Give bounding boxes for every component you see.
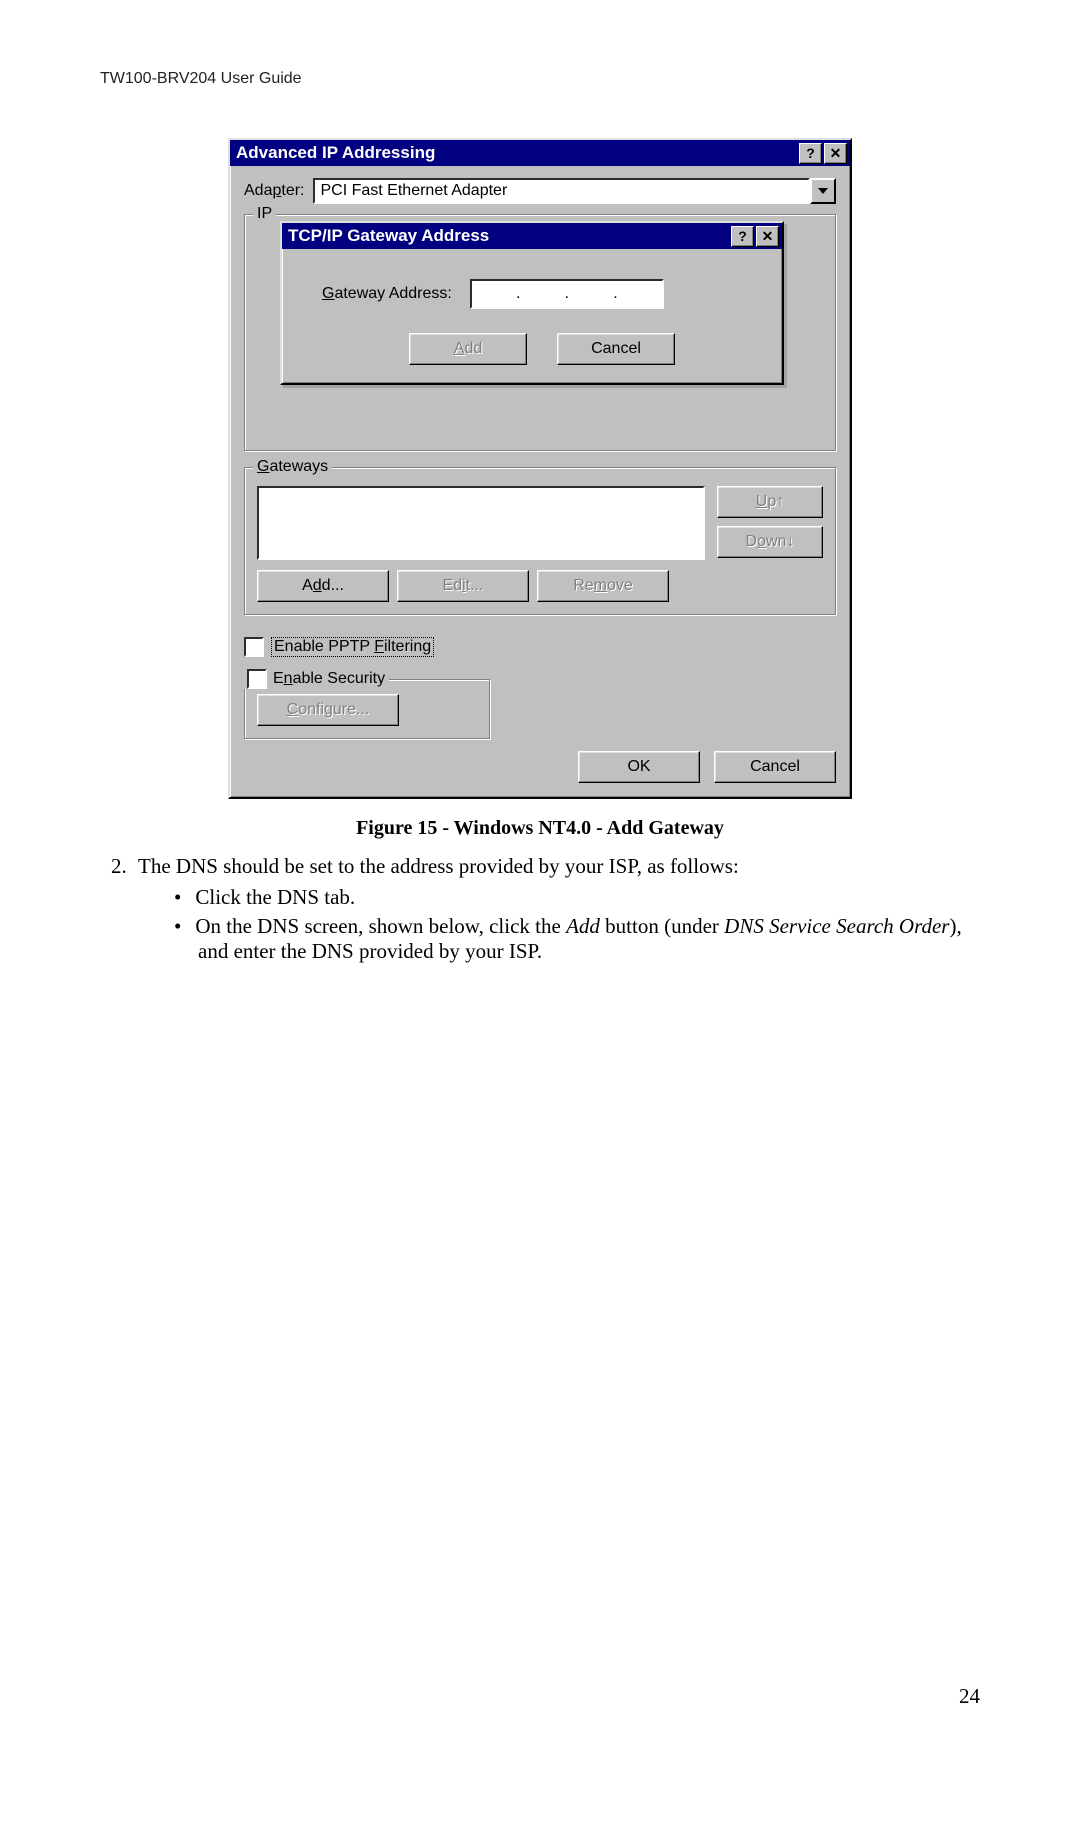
ok-button[interactable]: OK xyxy=(578,751,700,783)
ip-legend: IP xyxy=(253,205,276,223)
bullet-2: On the DNS screen, shown below, click th… xyxy=(174,914,980,964)
advanced-ip-dialog: Advanced IP Addressing ? ✕ Adapter: PCI … xyxy=(228,138,852,799)
pptp-label: Enable PPTP Filtering xyxy=(272,638,433,656)
security-checkbox[interactable] xyxy=(247,669,267,689)
help-button[interactable]: ? xyxy=(799,143,822,164)
inner-add-button[interactable]: Add xyxy=(409,333,527,365)
down-button[interactable]: Down↓ xyxy=(717,526,823,558)
pptp-checkbox[interactable] xyxy=(244,637,264,657)
security-label: Enable Security xyxy=(273,670,385,688)
page-number: 24 xyxy=(100,1684,980,1709)
gateways-groupbox: Gateways Add... Edit... Remove Up↑ xyxy=(244,467,836,615)
figure-caption: Figure 15 - Windows NT4.0 - Add Gateway xyxy=(100,817,980,840)
close-button[interactable]: ✕ xyxy=(824,143,847,164)
bullet-1: Click the DNS tab. xyxy=(174,885,980,910)
cancel-button[interactable]: Cancel xyxy=(714,751,836,783)
up-button[interactable]: Up↑ xyxy=(717,486,823,518)
gateway-ip-input[interactable]: . . . xyxy=(470,279,664,309)
gateways-edit-button[interactable]: Edit... xyxy=(397,570,529,602)
adapter-value: PCI Fast Ethernet Adapter xyxy=(313,178,811,204)
gateways-add-button[interactable]: Add... xyxy=(257,570,389,602)
outer-title: Advanced IP Addressing xyxy=(236,143,435,163)
inner-titlebar: TCP/IP Gateway Address ? ✕ xyxy=(282,223,782,249)
gateway-address-dialog: TCP/IP Gateway Address ? ✕ Gateway Addre… xyxy=(280,221,784,385)
inner-title: TCP/IP Gateway Address xyxy=(288,226,489,246)
configure-button[interactable]: Configure... xyxy=(257,694,399,726)
body-text: The DNS should be set to the address pro… xyxy=(100,854,980,964)
outer-titlebar: Advanced IP Addressing ? ✕ xyxy=(230,140,850,166)
doc-header: TW100-BRV204 User Guide xyxy=(100,70,980,88)
adapter-dropdown[interactable]: PCI Fast Ethernet Adapter xyxy=(313,178,837,204)
dropdown-arrow-icon[interactable] xyxy=(810,178,836,204)
adapter-label: Adapter: xyxy=(244,182,305,200)
step-text: The DNS should be set to the address pro… xyxy=(138,854,739,878)
gateway-address-label: Gateway Address: xyxy=(322,285,452,303)
inner-close-button[interactable]: ✕ xyxy=(756,226,779,247)
gateways-remove-button[interactable]: Remove xyxy=(537,570,669,602)
gateways-listbox[interactable] xyxy=(257,486,705,560)
security-groupbox: Enable Security Configure... xyxy=(244,679,490,739)
inner-help-button[interactable]: ? xyxy=(731,226,754,247)
gateways-legend: Gateways xyxy=(253,458,332,476)
inner-cancel-button[interactable]: Cancel xyxy=(557,333,675,365)
